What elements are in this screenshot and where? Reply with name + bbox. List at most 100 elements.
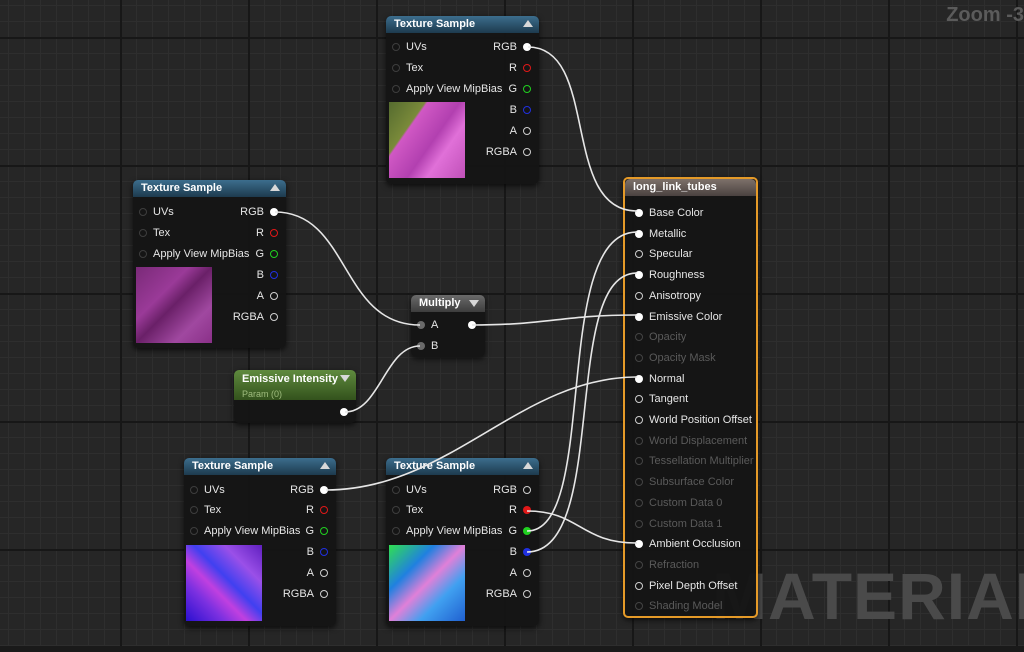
node-header[interactable]: Emissive Intensity Param (0) [234,370,356,400]
rgba-output-pin[interactable] [320,590,328,598]
material-input-pin[interactable] [635,602,643,611]
tex-input-pin[interactable] [392,506,400,514]
node-header[interactable]: Texture Sample [386,16,539,33]
b-output-pin[interactable] [523,548,531,556]
rgb-output-pin[interactable] [523,486,531,494]
material-result-node[interactable]: long_link_tubes Base Color Metallic Specul… [623,177,758,618]
material-input-pin[interactable] [635,540,643,549]
collapse-arrow-icon[interactable] [270,184,280,191]
node-header[interactable]: long_link_tubes [625,179,756,196]
material-input-pin[interactable] [635,478,643,487]
g-output-pin[interactable] [523,527,531,535]
r-output-pin[interactable] [523,64,531,72]
texture-sample-node-bottom-left[interactable]: Texture Sample UVs Tex Apply View MipBia… [184,458,336,626]
multiply-b-input-pin[interactable] [417,342,425,350]
r-output-label: R [509,504,517,516]
node-header[interactable]: Texture Sample [184,458,336,475]
collapse-arrow-icon[interactable] [523,462,533,469]
collapse-arrow-icon[interactable] [523,20,533,27]
uvs-input-pin[interactable] [190,486,198,494]
rgba-output-label: RGBA [232,311,264,323]
material-input-label: Custom Data 1 [649,517,723,530]
r-output-pin[interactable] [523,506,531,514]
uvs-input-pin[interactable] [392,43,400,51]
material-input-pin[interactable] [635,291,643,300]
multiply-output-pin[interactable] [468,321,476,329]
mipbias-input-pin[interactable] [139,250,147,258]
material-input-pin[interactable] [635,374,643,383]
node-title: Texture Sample [394,18,476,30]
node-header[interactable]: Texture Sample [386,458,539,475]
emissive-output-pin[interactable] [340,408,348,416]
node-title: Multiply [419,297,461,309]
rgba-output-label: RGBA [485,146,517,158]
material-input-pin[interactable] [635,229,643,238]
r-output-pin[interactable] [320,506,328,514]
tex-input-pin[interactable] [190,506,198,514]
uvs-input-label: UVs [406,484,427,496]
mipbias-input-pin[interactable] [392,527,400,535]
rgb-output-pin[interactable] [320,486,328,494]
g-output-label: G [508,525,517,537]
material-input-pin[interactable] [635,395,643,404]
tex-input-pin[interactable] [139,229,147,237]
material-input-pin[interactable] [635,519,643,528]
material-input-pin[interactable] [635,271,643,280]
multiply-a-input-pin[interactable] [417,321,425,329]
node-header[interactable]: Texture Sample [133,180,286,197]
collapse-arrow-icon[interactable] [469,300,479,307]
tex-input-pin[interactable] [392,64,400,72]
material-input-pin[interactable] [635,457,643,466]
mipbias-input-pin[interactable] [190,527,198,535]
material-input-pin[interactable] [635,416,643,424]
material-input-pin[interactable] [635,436,643,445]
tex-input-label: Tex [406,504,424,516]
material-input-label: Opacity [649,331,687,344]
material-input-label: Custom Data 0 [649,496,723,509]
rgba-output-pin[interactable] [523,148,531,156]
uvs-input-label: UVs [406,41,427,53]
material-input-pin[interactable] [635,333,643,342]
a-output-pin[interactable] [270,292,278,300]
material-input-pin[interactable] [635,581,643,590]
g-output-pin[interactable] [270,250,278,258]
b-output-pin[interactable] [270,271,278,279]
rgba-output-pin[interactable] [270,313,278,321]
material-input-pin[interactable] [635,312,643,321]
a-output-pin[interactable] [523,569,531,577]
collapse-arrow-icon[interactable] [320,462,330,469]
material-input-pin[interactable] [635,209,643,217]
emissive-intensity-param-node[interactable]: Emissive Intensity Param (0) [234,370,356,423]
multiply-node[interactable]: Multiply A B [411,295,485,357]
g-output-pin[interactable] [523,85,531,93]
mipbias-input-pin[interactable] [392,85,400,93]
rgb-output-pin[interactable] [523,43,531,51]
node-header[interactable]: Multiply [411,295,485,312]
a-output-pin[interactable] [320,569,328,577]
material-input-pin[interactable] [635,250,643,259]
r-output-pin[interactable] [270,229,278,237]
a-output-label: A [256,290,264,302]
texture-thumbnail [186,545,262,621]
collapse-arrow-icon[interactable] [340,375,350,382]
uvs-input-label: UVs [204,484,225,496]
b-output-pin[interactable] [320,548,328,556]
texture-sample-node-bottom-mid[interactable]: Texture Sample UVs Tex Apply View MipBia… [386,458,539,626]
material-input-pin[interactable] [635,353,643,362]
texture-sample-node-left[interactable]: Texture Sample UVs Tex Apply View MipBia… [133,180,286,348]
a-output-pin[interactable] [523,127,531,135]
bottom-edge-bar [0,646,1024,652]
b-output-pin[interactable] [523,106,531,114]
texture-sample-node-top[interactable]: Texture Sample UVs Tex Apply View MipBia… [386,16,539,184]
material-input-pin[interactable] [635,560,643,569]
uvs-input-pin[interactable] [392,486,400,494]
material-input-pin[interactable] [635,498,643,507]
g-output-label: G [305,525,314,537]
node-title: Texture Sample [141,182,223,194]
uvs-input-pin[interactable] [139,208,147,216]
rgba-output-pin[interactable] [523,590,531,598]
rgb-output-label: RGB [493,41,517,53]
tex-input-label: Tex [153,227,171,239]
g-output-pin[interactable] [320,527,328,535]
rgb-output-pin[interactable] [270,208,278,216]
